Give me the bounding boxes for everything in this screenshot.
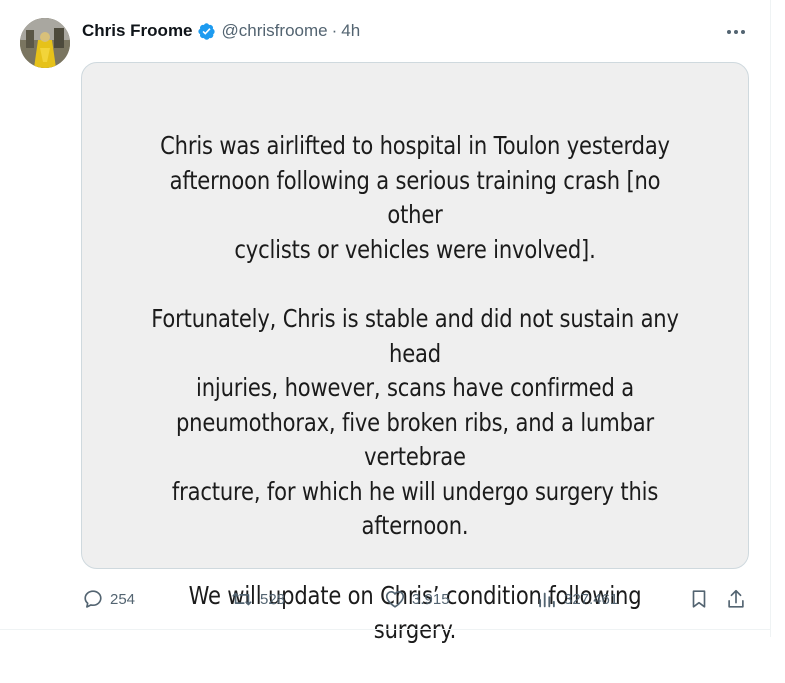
tweet-divider: [0, 629, 771, 630]
like-icon: [385, 591, 405, 608]
bookmark-button[interactable]: [688, 585, 710, 613]
like-count: 3.915: [412, 590, 450, 608]
repost-count: 528: [260, 590, 286, 608]
author-name[interactable]: Chris Froome: [82, 21, 193, 41]
timestamp[interactable]: 4h: [341, 21, 360, 41]
timeline-divider: [770, 0, 771, 637]
more-dots-icon[interactable]: [722, 22, 750, 42]
bookmark-icon: [692, 590, 706, 608]
image-paragraph-1: Chris was airlifted to hospital in Toulo…: [160, 131, 670, 264]
separator-dot: ·: [331, 21, 338, 40]
views-icon: [539, 592, 555, 608]
views-button[interactable]: 327.461: [536, 585, 618, 613]
tweet-image-card[interactable]: Chris was airlifted to hospital in Toulo…: [81, 62, 749, 644]
like-button[interactable]: 3.915: [384, 585, 450, 613]
verified-badge-icon: [197, 22, 216, 41]
avatar[interactable]: [20, 18, 70, 68]
image-paragraph-2: Fortunately, Chris is stable and did not…: [151, 304, 679, 540]
views-count: 327.461: [564, 590, 619, 608]
reply-count: 254: [110, 590, 136, 608]
repost-button[interactable]: 528: [230, 585, 285, 613]
tweet-header: Chris Froome @chrisfroome · 4h: [82, 19, 360, 43]
tweet-actions: 254 528 3.915 327.461: [0, 585, 785, 613]
author-handle[interactable]: @chrisfroome: [222, 21, 328, 41]
share-button[interactable]: [725, 585, 747, 613]
repost-icon: [232, 592, 252, 606]
share-icon: [728, 589, 744, 608]
reply-icon: [84, 590, 102, 608]
reply-button[interactable]: 254: [82, 585, 135, 613]
avatar-image: [20, 18, 70, 68]
